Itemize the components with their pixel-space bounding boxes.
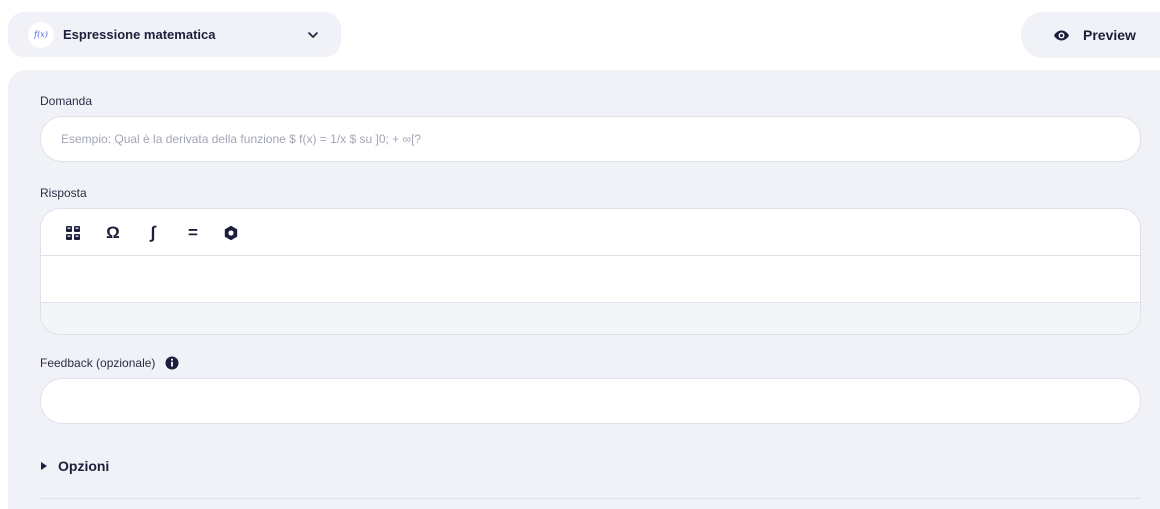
caret-right-icon	[41, 462, 47, 470]
math-editor-footer	[41, 302, 1140, 334]
divider	[40, 498, 1141, 499]
preview-label: Preview	[1083, 27, 1136, 43]
feedback-label: Feedback (opzionale)	[40, 356, 156, 370]
grid-icon[interactable]	[61, 221, 85, 245]
integral-icon[interactable]: ∫	[141, 221, 165, 245]
options-toggle[interactable]: Opzioni	[40, 458, 109, 474]
question-type-label: Espressione matematica	[63, 27, 216, 42]
answer-math-field[interactable]	[41, 256, 1140, 302]
fx-icon: f(x)	[28, 21, 54, 48]
feedback-input[interactable]	[40, 378, 1141, 424]
options-label: Opzioni	[58, 458, 110, 474]
gear-icon[interactable]	[219, 221, 243, 245]
preview-button[interactable]: Preview	[1021, 12, 1160, 58]
info-icon[interactable]	[165, 356, 179, 370]
equals-icon[interactable]: =	[181, 221, 205, 245]
eye-icon	[1054, 30, 1069, 40]
math-toolbar: Ω ∫ =	[41, 209, 1140, 256]
answer-label: Risposta	[40, 186, 87, 200]
answer-math-editor: Ω ∫ =	[40, 208, 1141, 335]
omega-icon[interactable]: Ω	[101, 221, 125, 245]
question-type-dropdown[interactable]: f(x) Espressione matematica	[8, 12, 341, 57]
question-input[interactable]	[40, 116, 1141, 162]
question-label: Domanda	[40, 94, 93, 108]
chevron-down-icon	[308, 32, 318, 38]
feedback-label-row: Feedback (opzionale)	[40, 356, 179, 370]
